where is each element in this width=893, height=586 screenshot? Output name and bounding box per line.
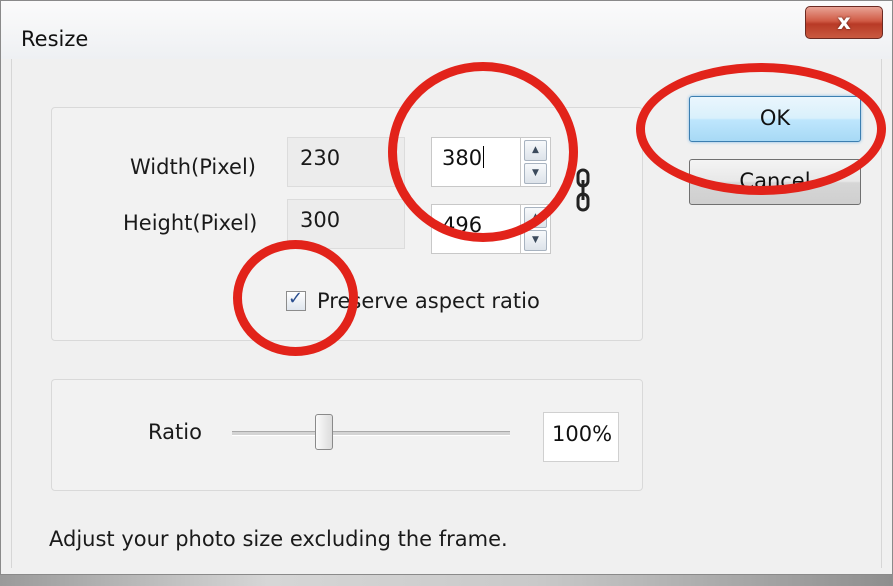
height-spin-up-button[interactable]: ▲ <box>524 207 547 228</box>
chevron-up-icon: ▲ <box>532 212 539 222</box>
close-icon: x <box>837 10 851 34</box>
chevron-up-icon: ▲ <box>532 145 539 155</box>
footer-hint: Adjust your photo size excluding the fra… <box>49 527 508 551</box>
ratio-slider-track[interactable] <box>232 431 510 436</box>
close-button[interactable]: x <box>805 6 883 39</box>
dialog-content: Width(Pixel) 230 380 ▲ ▼ Height(Pixel) 3… <box>11 59 882 568</box>
ratio-slider-thumb[interactable] <box>314 414 333 450</box>
dialog-title: Resize <box>21 27 89 51</box>
resize-dialog: Resize x Width(Pixel) 230 380 ▲ ▼ Height… <box>0 0 893 575</box>
original-width-field: 230 <box>287 137 405 187</box>
width-spinner: ▲ ▼ <box>521 137 551 187</box>
width-spin-down-button[interactable]: ▼ <box>524 163 547 184</box>
chain-link-icon[interactable] <box>575 168 591 212</box>
chevron-down-icon: ▼ <box>532 235 539 245</box>
preserve-aspect-label[interactable]: Preserve aspect ratio <box>317 289 540 313</box>
ratio-label: Ratio <box>148 420 202 444</box>
new-width-value: 380 <box>442 146 483 170</box>
cancel-button[interactable]: Cancel <box>689 159 861 205</box>
title-bar: Resize x <box>1 1 892 59</box>
height-spin-down-button[interactable]: ▼ <box>524 230 547 251</box>
width-label: Width(Pixel) <box>130 155 256 179</box>
original-height-field: 300 <box>287 199 405 249</box>
height-spinner: ▲ ▼ <box>521 204 551 254</box>
height-label: Height(Pixel) <box>123 211 258 235</box>
checkmark-icon: ✓ <box>288 288 304 309</box>
width-spin-up-button[interactable]: ▲ <box>524 140 547 161</box>
chevron-down-icon: ▼ <box>532 168 539 178</box>
screenshot-stage: Resize x Width(Pixel) 230 380 ▲ ▼ Height… <box>0 0 893 586</box>
new-width-input[interactable]: 380 <box>431 137 521 187</box>
preserve-aspect-checkbox[interactable]: ✓ <box>286 288 306 311</box>
ok-button[interactable]: OK <box>689 96 861 142</box>
text-caret <box>483 146 485 168</box>
ratio-value-field[interactable]: 100% <box>543 412 619 462</box>
new-height-input[interactable]: 496 <box>431 204 521 254</box>
new-height-value: 496 <box>442 213 483 237</box>
